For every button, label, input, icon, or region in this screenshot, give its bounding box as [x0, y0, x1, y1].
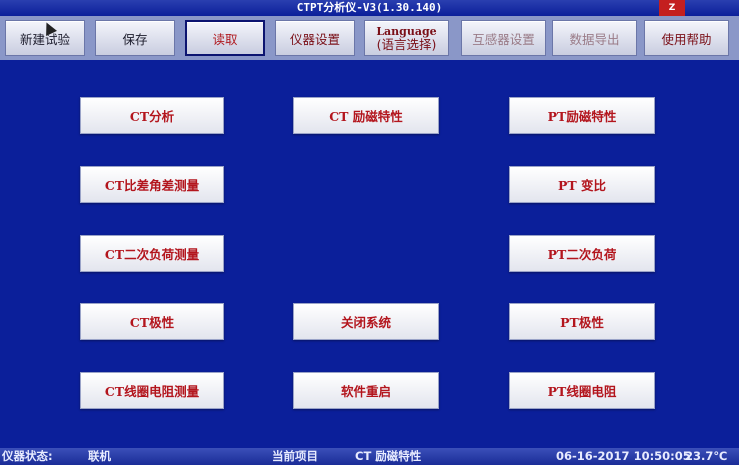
pt-excitation-button[interactable]: PT励磁特性	[509, 97, 655, 134]
pt-ratio-button[interactable]: PT 变比	[509, 166, 655, 203]
datetime: 06-16-2017 10:50:05	[556, 449, 691, 463]
current-item-value: CT 励磁特性	[355, 449, 422, 463]
status-bar: 仪器状态: 联机 当前项目 CT 励磁特性 06-16-2017 10:50:0…	[0, 448, 739, 465]
restart-button[interactable]: 软件重启	[293, 372, 439, 409]
status-indicator: Z	[659, 0, 685, 16]
toolbar: 新建试验 保存 读取 仪器设置 Language (语言选择) 互感器设置 数据…	[0, 16, 739, 60]
window-title: CTPT分析仪-V3(1.30.140)	[0, 0, 739, 16]
pt-coil-resistance-button[interactable]: PT线圈电阻	[509, 372, 655, 409]
read-button[interactable]: 读取	[185, 20, 265, 56]
transformer-settings-button[interactable]: 互感器设置	[461, 20, 546, 56]
language-label-cn: (语言选择)	[376, 37, 437, 52]
ct-polarity-button[interactable]: CT极性	[80, 303, 224, 340]
help-button[interactable]: 使用帮助	[644, 20, 729, 56]
pt-secondary-burden-button[interactable]: PT二次负荷	[509, 235, 655, 272]
ct-coil-resistance-button[interactable]: CT线圈电阻测量	[80, 372, 224, 409]
ct-secondary-burden-button[interactable]: CT二次负荷测量	[80, 235, 224, 272]
current-item-label: 当前项目	[272, 449, 318, 463]
temperature: 23.7℃	[685, 449, 728, 463]
instrument-status-value: 联机	[88, 449, 111, 463]
ct-excitation-button[interactable]: CT 励磁特性	[293, 97, 439, 134]
shutdown-button[interactable]: 关闭系统	[293, 303, 439, 340]
language-button[interactable]: Language (语言选择)	[364, 20, 449, 56]
save-button[interactable]: 保存	[95, 20, 175, 56]
instrument-settings-button[interactable]: 仪器设置	[275, 20, 355, 56]
instrument-status-label: 仪器状态:	[2, 449, 53, 463]
ct-ratio-angle-button[interactable]: CT比差角差测量	[80, 166, 224, 203]
pt-polarity-button[interactable]: PT极性	[509, 303, 655, 340]
ct-analysis-button[interactable]: CT分析	[80, 97, 224, 134]
data-export-button[interactable]: 数据导出	[552, 20, 637, 56]
